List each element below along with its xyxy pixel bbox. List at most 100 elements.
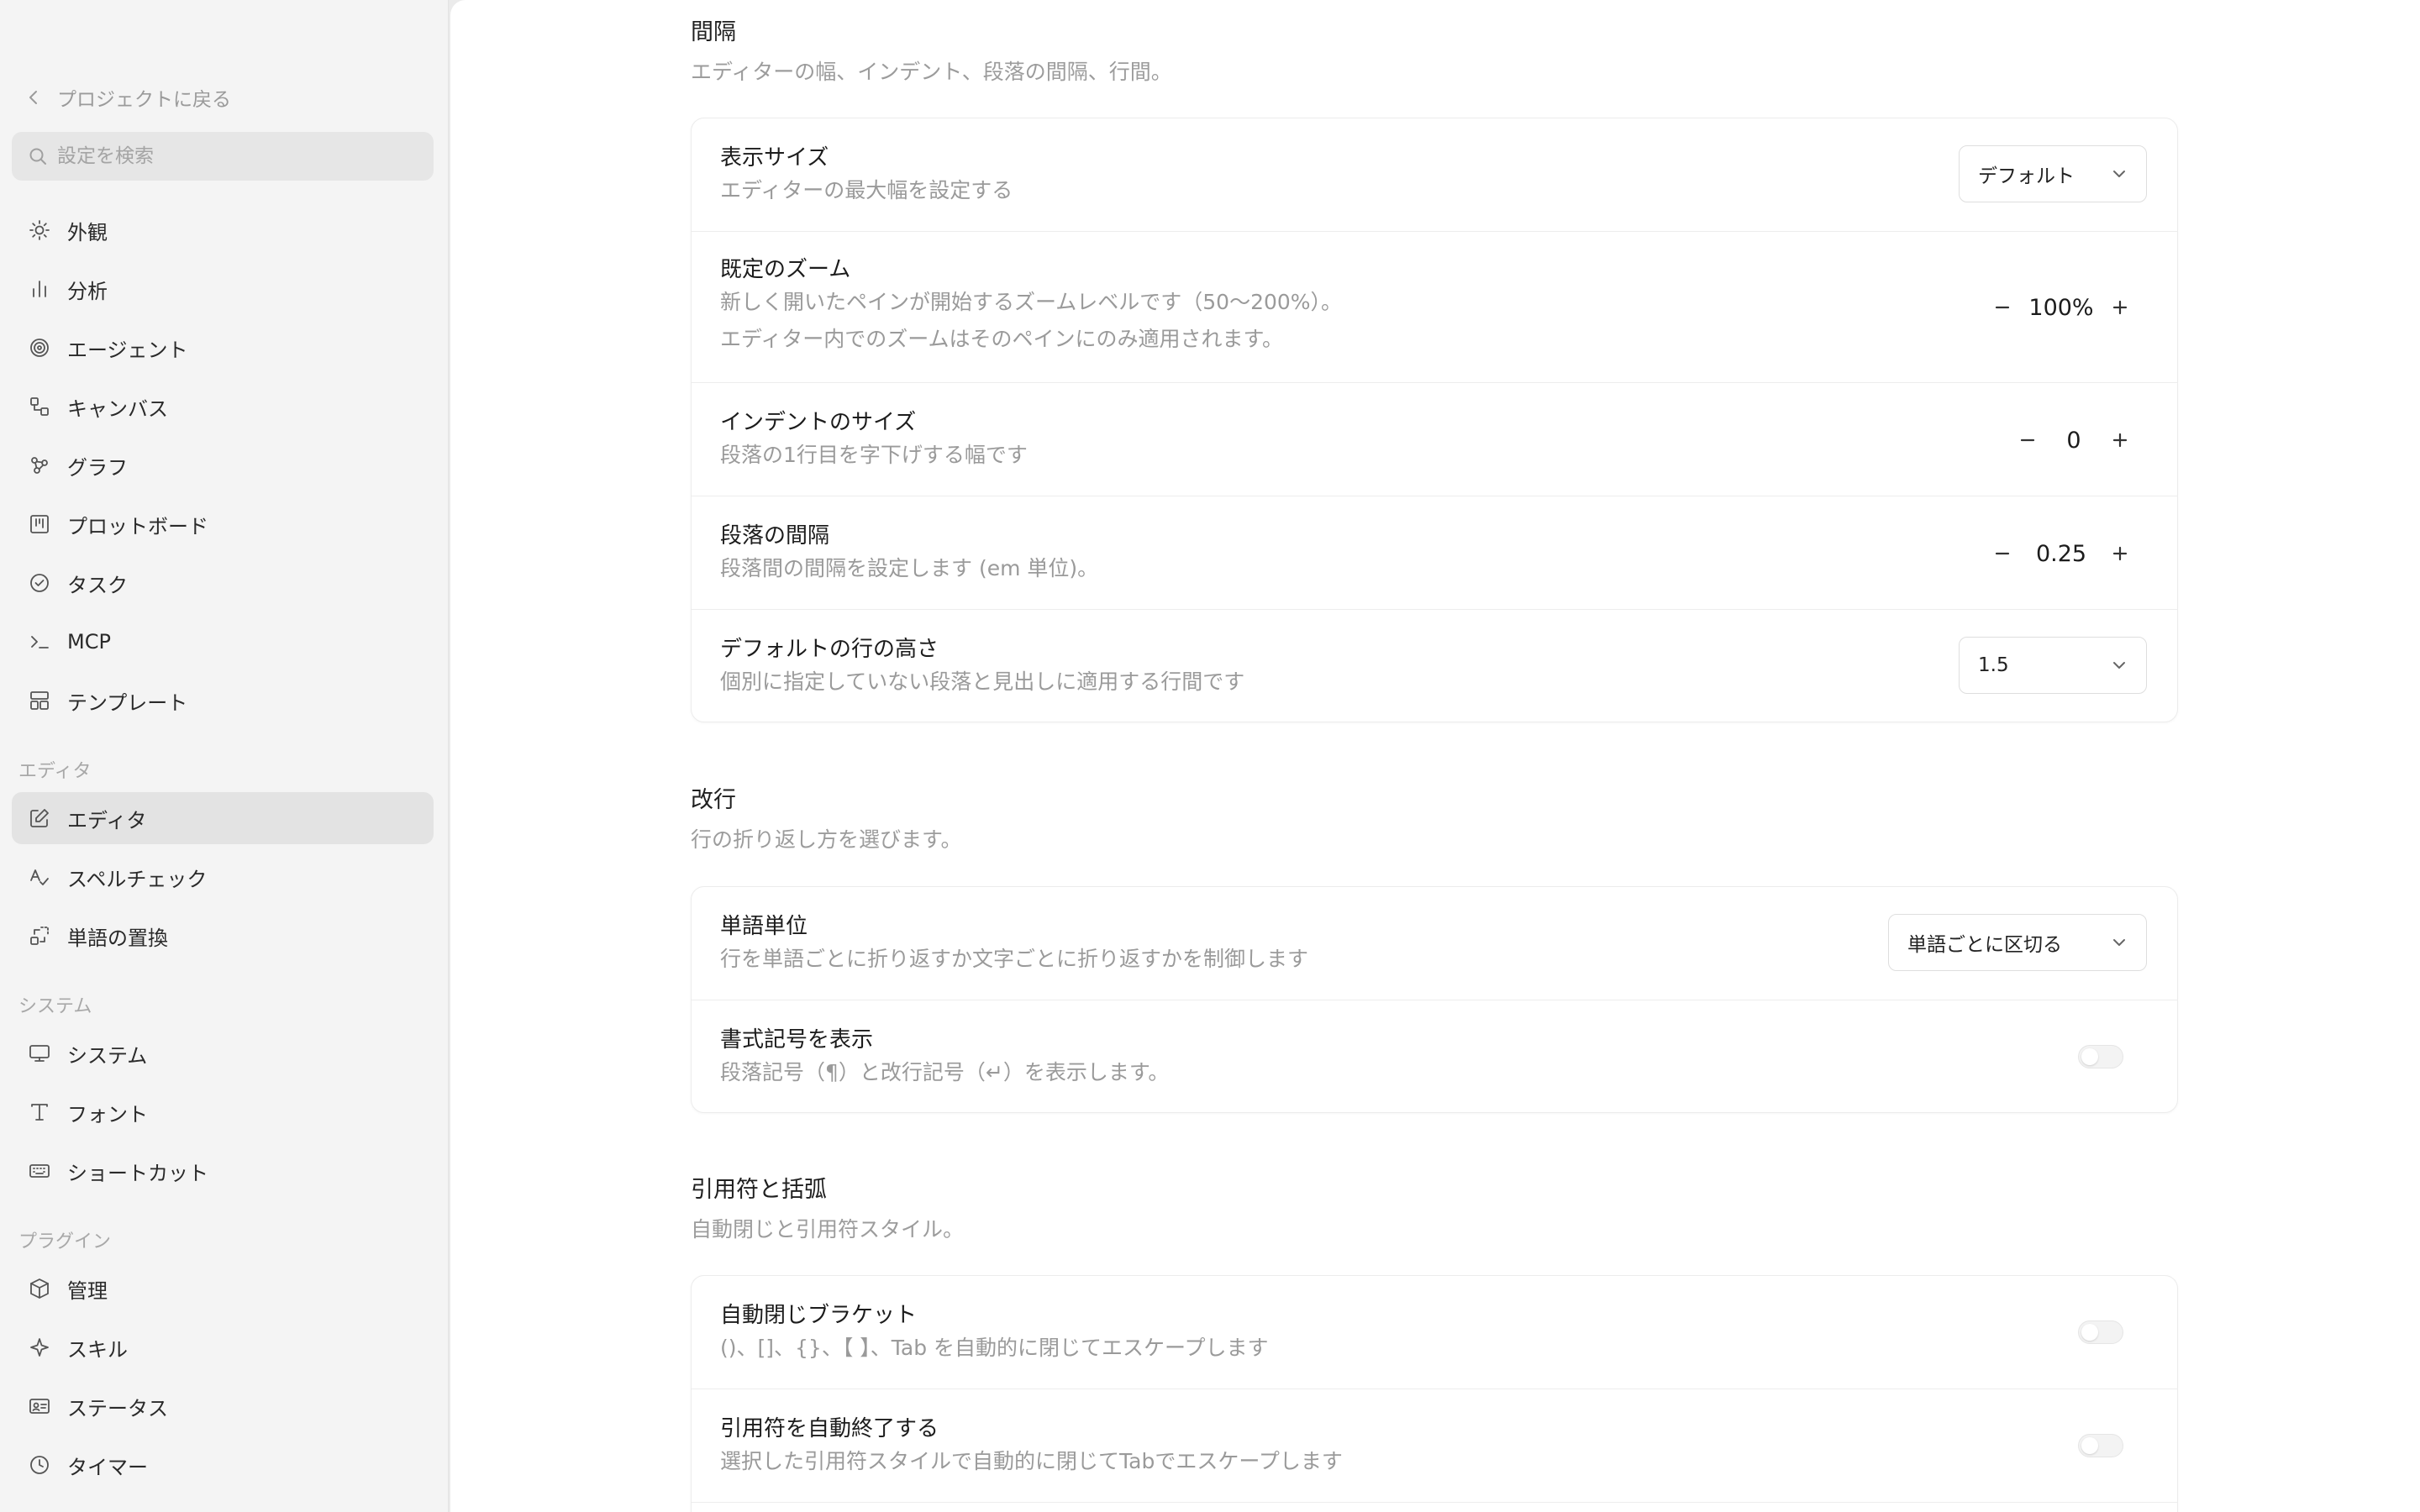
graph-icon	[27, 453, 52, 478]
select-value: 単語ごとに区切る	[1907, 934, 2062, 956]
setting-row-auto-quote: 引用符を自動終了する 選択した引用符スタイルで自動的に閉じてTabでエスケープし…	[692, 1389, 2177, 1503]
sidebar-item-label: スペルチェック	[67, 867, 208, 891]
sidebar-item-label: テンプレート	[67, 690, 188, 715]
clock-icon	[27, 1452, 52, 1478]
auto-bracket-toggle[interactable]	[2078, 1320, 2123, 1344]
sidebar-item-label: 外観	[67, 220, 108, 244]
toggle-knob	[2081, 1437, 2098, 1454]
sidebar-item-label: キャンバス	[67, 396, 168, 421]
sidebar-item-system[interactable]: システム	[12, 1027, 434, 1079]
setting-desc: 新しく開いたペインが開始するズームレベルです（50〜200%）。	[720, 290, 1343, 314]
chevron-left-icon	[29, 91, 37, 104]
terminal-icon	[27, 629, 52, 654]
sidebar-item-skills[interactable]: スキル	[12, 1321, 434, 1373]
app-window: プロジェクトに戻る 外観 分析 エージェント キャンバス グラフ	[0, 0, 2420, 1512]
sidebar-item-label: エディタ	[67, 808, 147, 832]
sidebar-item-label: フォント	[67, 1102, 148, 1126]
sidebar-item-label: ショートカット	[67, 1161, 208, 1185]
sidebar-item-timer[interactable]: タイマー	[12, 1439, 434, 1491]
setting-title: 引用符を自動終了する	[720, 1416, 939, 1441]
back-to-project-link[interactable]: プロジェクトに戻る	[25, 81, 231, 114]
sidebar-item-status[interactable]: ステータス	[12, 1380, 434, 1432]
back-label: プロジェクトに戻る	[57, 89, 231, 111]
minus-icon	[2020, 438, 2035, 442]
line-height-select[interactable]: 1.5	[1959, 637, 2147, 694]
zoom-increment-button[interactable]	[2103, 291, 2137, 324]
zoom-value: 100%	[2028, 294, 2094, 321]
canvas-icon	[27, 394, 52, 419]
setting-title: 単語単位	[720, 914, 808, 939]
setting-title: 既定のズーム	[720, 257, 851, 282]
zoom-stepper: 100%	[1986, 291, 2137, 324]
setting-desc: ()、[]、{}、【 】、Tab を自動的に閉じてエスケープします	[720, 1336, 1269, 1360]
select-value: 1.5	[1978, 654, 2009, 676]
pencil-square-icon	[27, 806, 52, 831]
setting-desc-secondary: エディター内でのズームはそのペインにのみ適用されます。	[720, 327, 1284, 351]
plus-icon	[2112, 546, 2128, 561]
sidebar-item-mcp[interactable]: MCP	[12, 616, 434, 668]
sun-icon	[27, 218, 52, 243]
setting-desc: 段落の1行目を字下げする幅です	[720, 443, 1028, 467]
wrap-card: 単語単位 行を単語ごとに折り返すか文字ごとに折り返すかを制御します 単語ごとに区…	[691, 886, 2178, 1113]
show-marks-toggle[interactable]	[2078, 1045, 2123, 1068]
search-icon	[29, 148, 46, 165]
sidebar-item-label: 分析	[67, 279, 108, 303]
sidebar-item-label: プロットボード	[67, 514, 208, 538]
sidebar-item-label: ステータス	[67, 1396, 168, 1420]
section-label-plugins: プラグイン	[18, 1231, 112, 1252]
indent-stepper: 0	[2011, 423, 2137, 457]
minus-icon	[1995, 552, 2010, 555]
toggle-knob	[2081, 1324, 2098, 1341]
sidebar-item-analytics[interactable]: 分析	[12, 263, 434, 315]
indent-increment-button[interactable]	[2103, 423, 2137, 457]
zoom-decrement-button[interactable]	[1986, 291, 2019, 324]
paragraph-decrement-button[interactable]	[1986, 537, 2019, 570]
chevron-down-icon	[2113, 662, 2125, 669]
spellcheck-icon	[27, 864, 52, 890]
setting-row-display-size: 表示サイズ エディターの最大幅を設定する デフォルト	[692, 118, 2177, 232]
sidebar-item-graph[interactable]: グラフ	[12, 439, 434, 491]
setting-row-auto-bracket: 自動閉じブラケット ()、[]、{}、【 】、Tab を自動的に閉じてエスケープ…	[692, 1276, 2177, 1389]
sidebar-item-label: システム	[67, 1043, 148, 1068]
indent-decrement-button[interactable]	[2011, 423, 2044, 457]
paragraph-increment-button[interactable]	[2103, 537, 2137, 570]
sidebar-item-word-replace[interactable]: 単語の置換	[12, 910, 434, 962]
setting-title: 表示サイズ	[720, 145, 829, 171]
sidebar-item-editor[interactable]: エディタ	[12, 792, 434, 844]
sidebar-item-label: 単語の置換	[67, 926, 168, 950]
word-unit-select[interactable]: 単語ごとに区切る	[1888, 914, 2147, 971]
display-size-select[interactable]: デフォルト	[1959, 145, 2147, 202]
check-circle-icon	[27, 570, 52, 596]
sidebar-item-appearance[interactable]: 外観	[12, 204, 434, 256]
setting-title: 自動閉じブラケット	[720, 1303, 918, 1328]
setting-desc: 個別に指定していない段落と見出しに適用する行間です	[720, 669, 1245, 694]
sidebar-item-label: エージェント	[67, 338, 188, 362]
sparkle-icon	[27, 1335, 52, 1360]
section-title-wrap: 改行	[691, 787, 736, 813]
sidebar-item-fonts[interactable]: フォント	[12, 1086, 434, 1138]
sidebar-item-label: タイマー	[67, 1455, 148, 1479]
board-icon	[27, 512, 52, 537]
spacing-card: 表示サイズ エディターの最大幅を設定する デフォルト 既定のズーム 新しく開いた…	[691, 118, 2178, 722]
sidebar-item-tasks[interactable]: タスク	[12, 557, 434, 609]
setting-desc: 段落記号（¶）と改行記号（↵）を表示します。	[720, 1060, 1170, 1084]
sidebar-item-label: グラフ	[67, 455, 128, 480]
sidebar-item-spellcheck[interactable]: スペルチェック	[12, 851, 434, 903]
keyboard-icon	[27, 1158, 52, 1184]
settings-search[interactable]	[12, 132, 434, 181]
section-desc-quotes: 自動閉じと引用符スタイル。	[691, 1217, 965, 1242]
sidebar-item-plotboard[interactable]: プロットボード	[12, 498, 434, 550]
search-input[interactable]	[57, 145, 410, 167]
sidebar-item-manage[interactable]: 管理	[12, 1263, 434, 1315]
sidebar-item-agent[interactable]: エージェント	[12, 322, 434, 374]
sidebar-item-shortcuts[interactable]: ショートカット	[12, 1145, 434, 1197]
sidebar-item-templates[interactable]: テンプレート	[12, 675, 434, 727]
section-title-spacing: 間隔	[691, 19, 736, 45]
select-value: デフォルト	[1978, 165, 2075, 187]
sidebar-item-canvas[interactable]: キャンバス	[12, 381, 434, 433]
auto-quote-toggle[interactable]	[2078, 1434, 2123, 1457]
monitor-icon	[27, 1041, 52, 1066]
setting-row-word-unit: 単語単位 行を単語ごとに折り返すか文字ごとに折り返すかを制御します 単語ごとに区…	[692, 887, 2177, 1000]
chevron-down-icon	[2113, 171, 2125, 177]
setting-row-paragraph-spacing: 段落の間隔 段落間の間隔を設定します (em 単位)。 0.25	[692, 496, 2177, 610]
